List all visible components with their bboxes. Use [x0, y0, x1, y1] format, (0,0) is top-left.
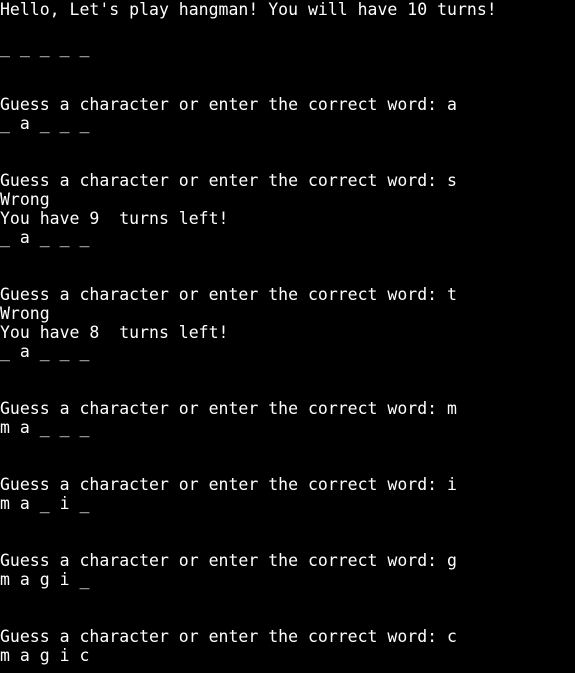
terminal-output[interactable]: Hello, Let's play hangman! You will have…	[0, 0, 575, 673]
guess-prompt-line: Guess a character or enter the correct w…	[0, 95, 457, 114]
turns-left-line: You have 8 turns left!	[0, 323, 229, 342]
welcome-message-line: Hello, Let's play hangman! You will have…	[0, 0, 497, 19]
guess-prompt-line: Guess a character or enter the correct w…	[0, 627, 457, 646]
turns-left-line: You have 9 turns left!	[0, 209, 229, 228]
word-progress-line: m a _ i _	[0, 494, 90, 513]
word-progress-line: m a _ _ _	[0, 418, 90, 437]
wrong-message-line: Wrong	[0, 304, 50, 323]
guess-prompt-line: Guess a character or enter the correct w…	[0, 475, 457, 494]
word-progress-line: m a g i _	[0, 570, 90, 589]
wrong-message-line: Wrong	[0, 190, 50, 209]
word-progress-line: m a g i c	[0, 646, 90, 665]
guess-prompt-line: Guess a character or enter the correct w…	[0, 171, 457, 190]
guess-prompt-line: Guess a character or enter the correct w…	[0, 399, 457, 418]
guess-prompt-line: Guess a character or enter the correct w…	[0, 551, 457, 570]
word-progress-line: _ a _ _ _	[0, 342, 90, 361]
word-progress-line: _ a _ _ _	[0, 228, 90, 247]
word-progress-line: _ a _ _ _	[0, 114, 90, 133]
word-progress-line: _ _ _ _ _	[0, 38, 90, 57]
guess-prompt-line: Guess a character or enter the correct w…	[0, 285, 457, 304]
